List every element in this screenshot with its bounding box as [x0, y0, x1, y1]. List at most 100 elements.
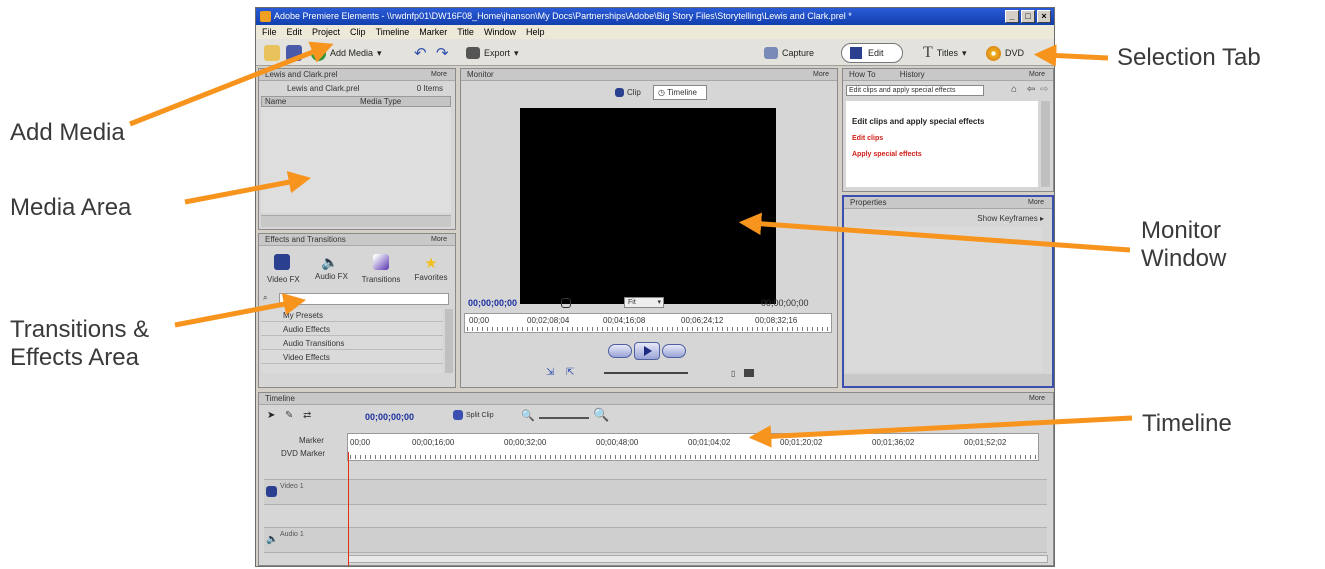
- forward-arrow-icon[interactable]: ⇨: [1040, 84, 1048, 95]
- howto-more-menu[interactable]: More: [1029, 69, 1045, 81]
- search-icon: ⌕: [263, 293, 268, 302]
- properties-more-menu[interactable]: More: [1028, 197, 1044, 209]
- monitor-video-preview[interactable]: [520, 108, 776, 304]
- titles-tab[interactable]: T Titles ▾: [923, 44, 966, 62]
- fast-forward-button[interactable]: [662, 344, 686, 358]
- back-arrow-icon[interactable]: ⇦: [1027, 84, 1035, 95]
- callout-transitions-line2: Effects Area: [10, 344, 139, 371]
- capture-label: Capture: [782, 48, 815, 58]
- maximize-button[interactable]: □: [1021, 10, 1035, 23]
- capture-tab[interactable]: Capture: [764, 44, 814, 62]
- export-button[interactable]: Export ▾: [466, 44, 519, 62]
- rewind-button[interactable]: [608, 344, 632, 358]
- zoom-in-icon[interactable]: 🔍: [593, 407, 609, 423]
- menu-clip[interactable]: Clip: [350, 25, 366, 39]
- add-media-label: Add Media: [330, 48, 374, 58]
- effect-cat-transitions[interactable]: Transitions: [361, 254, 401, 284]
- howto-link-apply-effects[interactable]: Apply special effects: [852, 151, 922, 158]
- media-panel-title: Lewis and Clark.prel: [265, 70, 338, 79]
- menu-timeline[interactable]: Timeline: [376, 25, 410, 39]
- howto-tab[interactable]: How To: [849, 70, 876, 79]
- set-in-point-icon[interactable]: ⇲: [546, 367, 554, 378]
- media-area[interactable]: [261, 107, 451, 213]
- callout-transitions-area: Transitions & Effects Area: [10, 316, 149, 372]
- tree-my-presets-label: My Presets: [283, 311, 324, 320]
- howto-scrollbar[interactable]: [1041, 101, 1050, 187]
- history-tab[interactable]: History: [900, 70, 925, 79]
- video-track-icon: [266, 486, 277, 497]
- capture-camera-icon: [764, 47, 778, 59]
- zoom-out-icon[interactable]: 🔍: [521, 409, 535, 422]
- col-media-type[interactable]: Media Type: [360, 97, 401, 106]
- menu-marker[interactable]: Marker: [419, 25, 447, 39]
- effect-cat-audio-fx[interactable]: 🔈 Audio FX: [315, 254, 348, 281]
- monitor-more-menu[interactable]: More: [813, 69, 829, 81]
- timeline-panel-title: Timeline: [265, 394, 295, 403]
- timeline-ruler-label: 00;00;48;00: [596, 438, 639, 447]
- edit-tab[interactable]: Edit: [841, 43, 903, 63]
- selection-tool-icon[interactable]: ➤: [267, 410, 275, 421]
- dvd-tab[interactable]: DVD: [986, 44, 1024, 62]
- split-clip-button[interactable]: Split Clip: [453, 410, 494, 420]
- save-button[interactable]: [286, 44, 302, 62]
- howto-panel: How To History More Edit clips and apply…: [842, 68, 1054, 192]
- menu-file[interactable]: File: [262, 25, 277, 39]
- redo-button[interactable]: ↷: [436, 44, 449, 62]
- effects-scrollbar[interactable]: [445, 309, 453, 373]
- snapshot-icon[interactable]: [744, 369, 754, 377]
- timeline-ruler-label: 00;01;20;02: [780, 438, 823, 447]
- effects-tree: My Presets Audio Effects Audio Transitio…: [261, 309, 443, 373]
- menu-title[interactable]: Title: [457, 25, 474, 39]
- open-project-button[interactable]: [264, 44, 280, 62]
- effects-search-input[interactable]: [279, 293, 449, 305]
- timeline-h-scrollbar[interactable]: [348, 555, 1048, 563]
- media-more-menu[interactable]: More: [431, 69, 447, 81]
- close-button[interactable]: ×: [1037, 10, 1051, 23]
- timeline-current-time[interactable]: 00;00;00;00: [365, 412, 414, 422]
- col-name[interactable]: Name: [265, 97, 286, 106]
- monitor-ruler-label: 00;06;24;12: [681, 316, 724, 325]
- minimize-button[interactable]: _: [1005, 10, 1019, 23]
- window-title: Adobe Premiere Elements - \\rwdnfp01\DW1…: [274, 11, 852, 21]
- show-keyframes-button[interactable]: Show Keyframes ▸: [977, 214, 1044, 223]
- media-item-count: 0 Items: [416, 84, 443, 93]
- fit-zoom-dropdown[interactable]: Fit ▾: [624, 297, 664, 308]
- timeline-more-menu[interactable]: More: [1029, 393, 1045, 405]
- set-out-point-icon[interactable]: ⇱: [566, 367, 574, 378]
- shuttle-slider[interactable]: [604, 372, 688, 374]
- tree-video-effects[interactable]: Video Effects: [261, 351, 443, 364]
- howto-content: Edit clips and apply special effects Edi…: [846, 101, 1038, 187]
- menu-window[interactable]: Window: [484, 25, 516, 39]
- audio-track[interactable]: Audio 1 🔈: [264, 527, 1047, 553]
- monitor-clip-tab[interactable]: Clip: [615, 88, 641, 97]
- timeline-panel-header: Timeline More: [259, 393, 1053, 405]
- tree-audio-transitions[interactable]: Audio Transitions: [261, 337, 443, 350]
- tree-video-effects-label: Video Effects: [283, 353, 330, 362]
- timeline-playhead[interactable]: [348, 452, 349, 566]
- monitor-timeline-tab[interactable]: ◷ Timeline: [653, 85, 707, 100]
- howto-topic-select[interactable]: Edit clips and apply special effects: [846, 85, 984, 96]
- timeline-ruler[interactable]: 00;00 00;00;16;00 00;00;32;00 00;00;48;0…: [347, 433, 1039, 461]
- home-icon[interactable]: ⌂: [1011, 84, 1017, 95]
- monitor-time-ruler[interactable]: 00;00 00;02;08;04 00;04;16;08 00;06;24;1…: [464, 313, 832, 333]
- video-track[interactable]: Video 1: [264, 479, 1047, 505]
- time-stretch-icon[interactable]: ⇄: [303, 410, 311, 421]
- add-media-button[interactable]: + Add Media ▾: [311, 44, 382, 62]
- undo-button[interactable]: ↶: [414, 44, 427, 62]
- effect-cat-video-fx[interactable]: Video FX: [267, 254, 300, 284]
- safe-margin-icon[interactable]: [561, 298, 571, 308]
- menu-help[interactable]: Help: [526, 25, 545, 39]
- menu-project[interactable]: Project: [312, 25, 340, 39]
- play-button[interactable]: [634, 342, 660, 360]
- menu-edit[interactable]: Edit: [287, 25, 303, 39]
- razor-tool-icon[interactable]: ✎: [285, 410, 293, 421]
- tree-audio-effects[interactable]: Audio Effects: [261, 323, 443, 336]
- zoom-slider[interactable]: [539, 417, 589, 419]
- frame-icon[interactable]: ▯: [731, 369, 735, 378]
- effect-cat-favorites[interactable]: ★ Favorites: [411, 254, 451, 282]
- callout-media-area: Media Area: [10, 194, 132, 221]
- effects-more-menu[interactable]: More: [431, 234, 447, 246]
- howto-link-edit-clips[interactable]: Edit clips: [852, 135, 883, 142]
- tree-my-presets[interactable]: My Presets: [261, 309, 443, 322]
- monitor-current-time[interactable]: 00;00;00;00: [468, 298, 517, 308]
